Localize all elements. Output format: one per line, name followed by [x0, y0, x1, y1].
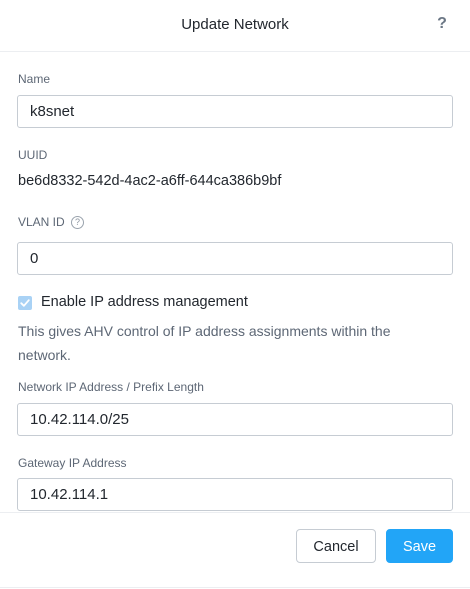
cancel-button[interactable]: Cancel: [296, 529, 376, 563]
dialog-footer: Cancel Save: [0, 512, 470, 589]
uuid-value: be6d8332-542d-4ac2-a6ff-644ca386b9bf: [18, 173, 282, 189]
uuid-label: UUID: [18, 148, 48, 162]
network-ip-label: Network IP Address / Prefix Length: [18, 380, 204, 394]
dialog-title: Update Network: [181, 16, 289, 33]
network-ip-input[interactable]: [17, 403, 453, 436]
footer-divider: [0, 587, 470, 588]
info-circle-icon[interactable]: ?: [71, 216, 84, 229]
help-icon[interactable]: ?: [434, 15, 450, 35]
ip-management-description: This gives AHV control of IP address ass…: [18, 323, 391, 363]
enable-ip-management-label: Enable IP address management: [41, 294, 248, 310]
update-network-dialog: Update Network ? Name UUID be6d8332-542d…: [0, 0, 470, 589]
dialog-header: Update Network ?: [0, 0, 470, 52]
save-button[interactable]: Save: [386, 529, 453, 563]
enable-ip-management-checkbox[interactable]: [18, 296, 32, 310]
name-label: Name: [18, 72, 51, 86]
vlan-id-input[interactable]: [17, 242, 453, 275]
gateway-ip-input[interactable]: [17, 478, 453, 511]
checkmark-icon: [20, 299, 30, 307]
vlan-id-label: VLAN ID: [18, 215, 65, 229]
gateway-ip-label: Gateway IP Address: [18, 456, 127, 470]
dialog-body: Name UUID be6d8332-542d-4ac2-a6ff-644ca3…: [0, 52, 470, 512]
name-input[interactable]: [17, 95, 453, 128]
